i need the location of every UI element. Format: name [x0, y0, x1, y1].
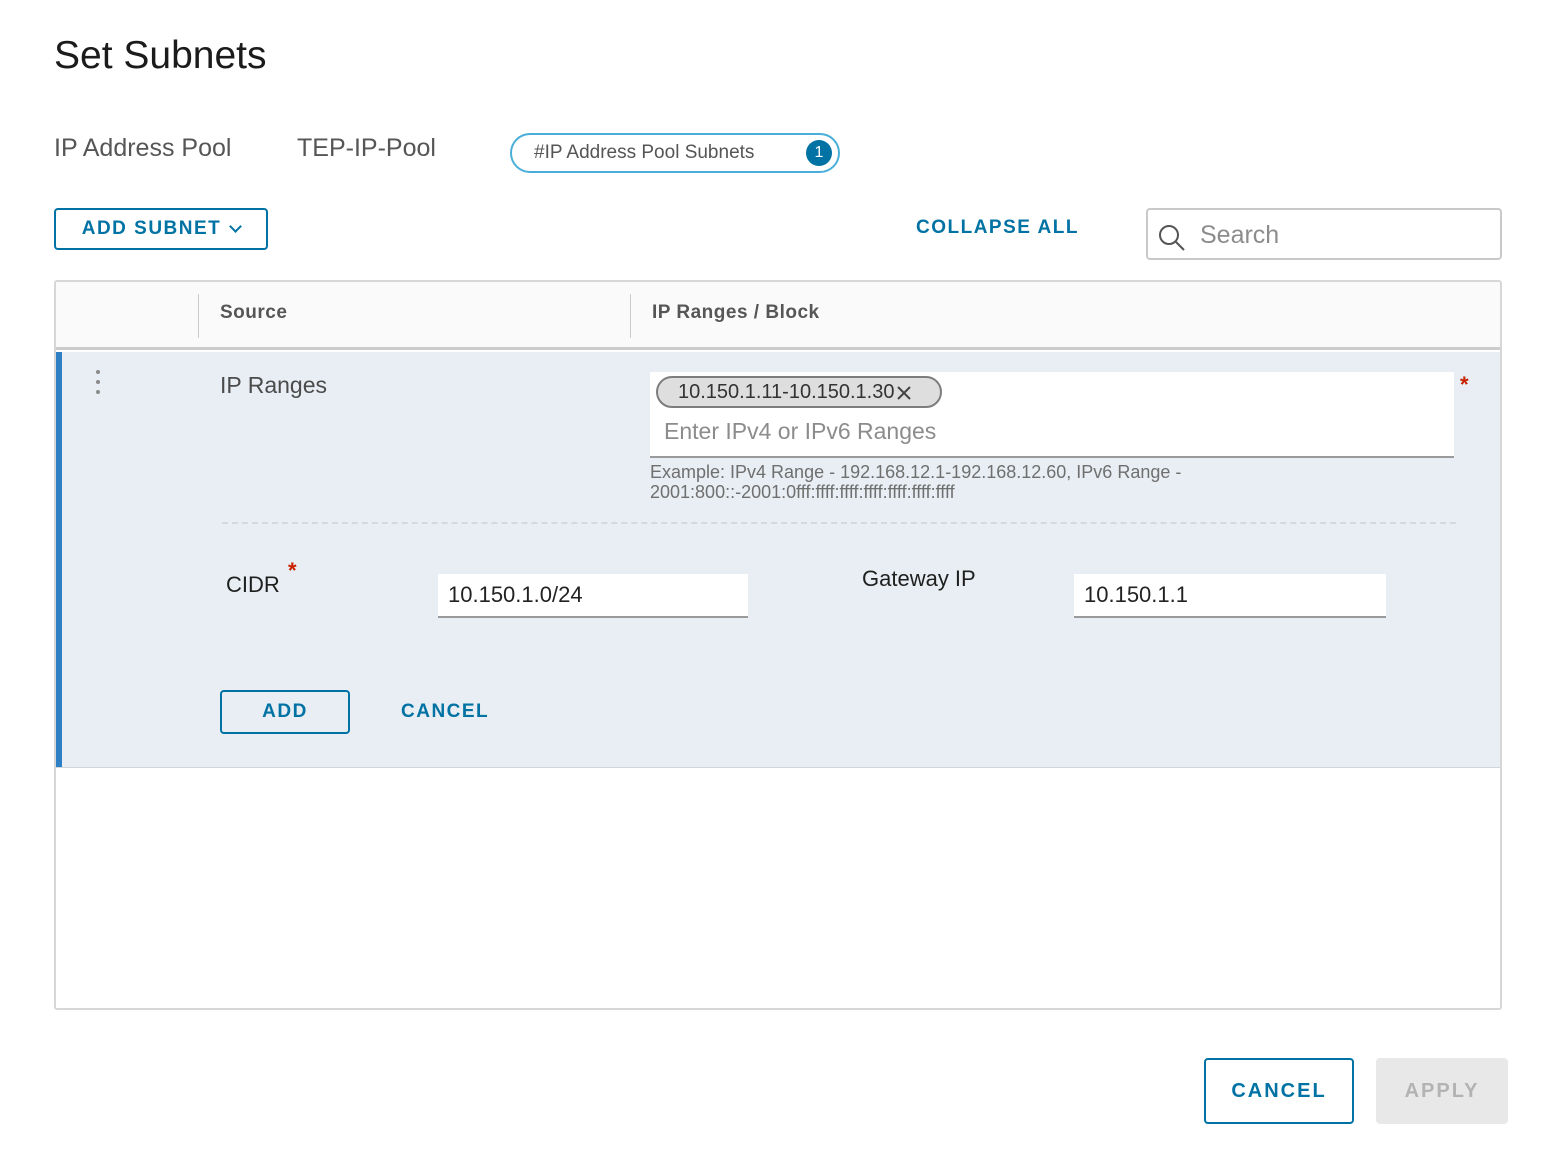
grid-header: Source IP Ranges / Block [56, 282, 1500, 350]
cidr-input[interactable] [438, 574, 748, 618]
kebab-menu-icon[interactable] [95, 370, 101, 400]
ip-ranges-input[interactable] [664, 416, 1424, 446]
collapse-all-link[interactable]: COLLAPSE ALL [916, 217, 1079, 239]
gateway-ip-input[interactable] [1074, 574, 1386, 618]
cidr-label: CIDR [226, 572, 280, 597]
search-icon [1159, 225, 1185, 251]
row-selection-bar [56, 352, 62, 767]
row-cancel-button[interactable]: CANCEL [401, 701, 489, 723]
ip-range-chip: 10.150.1.11-10.150.1.30 [656, 376, 942, 408]
column-separator [630, 294, 631, 338]
ip-ranges-field[interactable]: 10.150.1.11-10.150.1.30 [650, 372, 1454, 458]
close-icon[interactable] [896, 385, 912, 401]
cidr-required-marker: * [288, 558, 297, 583]
column-separator [198, 294, 199, 338]
dialog-cancel-button[interactable]: CANCEL [1204, 1058, 1354, 1124]
row-source: IP Ranges [220, 372, 327, 398]
pool-label: IP Address Pool [54, 134, 232, 162]
subnets-count-badge: 1 [806, 140, 832, 166]
dialog-apply-button[interactable]: APPLY [1376, 1058, 1508, 1124]
search-input[interactable] [1200, 218, 1490, 252]
add-subnet-label: ADD SUBNET [81, 218, 222, 239]
column-header-source[interactable]: Source [220, 302, 287, 324]
subnet-edit-row: IP Ranges 10.150.1.11-10.150.1.30 * Exam… [56, 352, 1500, 768]
chevron-down-icon [229, 220, 243, 233]
section-divider [222, 522, 1456, 524]
column-header-ip-ranges[interactable]: IP Ranges / Block [652, 302, 820, 324]
gateway-ip-label: Gateway IP [862, 566, 976, 591]
subnets-grid: Source IP Ranges / Block IP Ranges 10.15… [54, 280, 1502, 1010]
search-box[interactable] [1146, 208, 1502, 260]
dialog-title: Set Subnets [54, 34, 267, 77]
add-subnet-dropdown-button[interactable]: ADD SUBNET [54, 208, 268, 250]
required-marker: * [1460, 372, 1469, 397]
ip-ranges-helper-text: Example: IPv4 Range - 192.168.12.1-192.1… [650, 462, 1182, 502]
subnets-count-pill: #IP Address Pool Subnets 1 [510, 133, 840, 173]
ip-range-chip-label: 10.150.1.11-10.150.1.30 [678, 380, 895, 403]
subnets-pill-label: #IP Address Pool Subnets [534, 142, 755, 163]
row-add-button[interactable]: ADD [220, 690, 350, 734]
pool-name: TEP-IP-Pool [297, 134, 436, 162]
